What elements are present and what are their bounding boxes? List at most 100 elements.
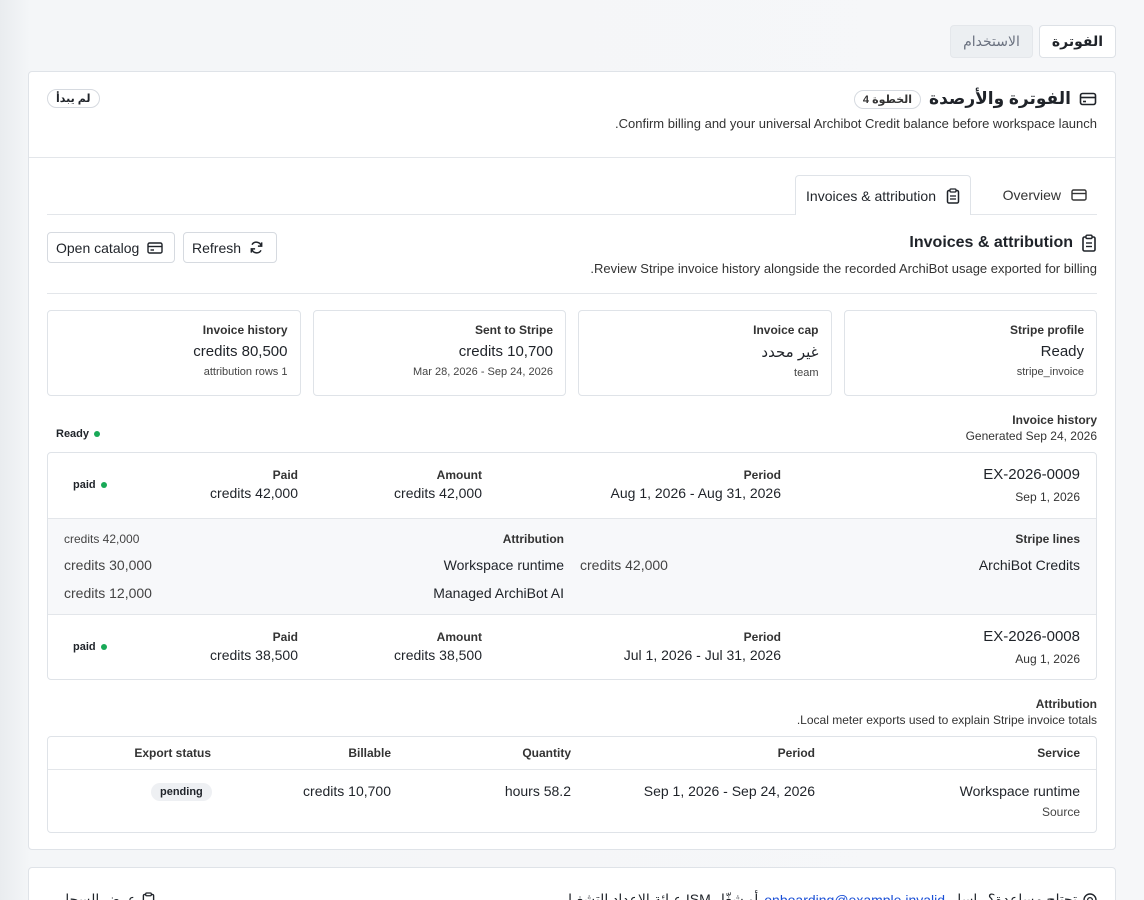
stat-label: Invoice cap bbox=[753, 323, 819, 337]
clipboard-icon bbox=[1081, 234, 1097, 252]
col-service: Service bbox=[1037, 746, 1080, 760]
help-prefix: تحتاج مساعدة؟ راسل bbox=[951, 891, 1077, 900]
stripe-line-amount: credits 42,000 bbox=[580, 557, 668, 573]
tab-billing[interactable]: الفوترة bbox=[1038, 25, 1116, 58]
stat-value: غير محدد bbox=[761, 344, 819, 361]
stat-invoice-history: Invoice history credits 80,500 1 attribu… bbox=[47, 310, 301, 396]
period-label: Period bbox=[743, 468, 781, 482]
stat-sub: Mar 28, 2026 - Sep 24, 2026 bbox=[412, 366, 553, 378]
period-label: Period bbox=[743, 630, 781, 644]
stat-sub: team bbox=[794, 367, 819, 379]
invoice-status: paid bbox=[73, 479, 107, 491]
col-billable: Billable bbox=[348, 746, 391, 760]
tab-overview[interactable]: Overview bbox=[993, 175, 1097, 215]
attribution-line-amount: credits 12,000 bbox=[64, 585, 152, 601]
status-dot bbox=[100, 644, 107, 650]
refresh-icon bbox=[249, 240, 264, 255]
card-header: الفوترة والأرصدة الخطوة 4 Confirm billin… bbox=[29, 72, 1115, 158]
header-title-row: الفوترة والأرصدة الخطوة 4 bbox=[853, 89, 1097, 109]
refresh-label: Refresh bbox=[192, 239, 242, 256]
invoice-history-title: Invoice history bbox=[1012, 413, 1097, 427]
invoice-lines-detail: Stripe lines ArchiBot Credits credits 42… bbox=[48, 518, 1096, 615]
amount-label: Amount bbox=[436, 468, 482, 482]
status-text: Ready bbox=[56, 428, 90, 440]
invoice-status: paid bbox=[73, 641, 107, 653]
attribution-total: credits 42,000 bbox=[64, 532, 140, 546]
help-card: تحتاج مساعدة؟ راسل onboarding@example.in… bbox=[28, 867, 1116, 900]
status-badge: لم يبدأ bbox=[47, 89, 100, 108]
stat-label: Invoice history bbox=[202, 323, 288, 337]
tab-usage[interactable]: الاستخدام bbox=[950, 25, 1033, 58]
cell-billable: credits 10,700 bbox=[303, 783, 391, 799]
stripe-lines-title: Stripe lines bbox=[1015, 532, 1080, 546]
stat-stripe-profile: Stripe profile Ready stripe_invoice bbox=[843, 310, 1097, 396]
invoice-paid: credits 38,500 bbox=[210, 647, 298, 663]
card-icon bbox=[1071, 188, 1087, 202]
status-dot bbox=[94, 431, 101, 437]
divider bbox=[47, 293, 1097, 294]
invoice-id: EX-2026-0008 bbox=[983, 628, 1080, 645]
invoice-history-status: Ready bbox=[56, 428, 101, 440]
section-title-row: Invoices & attribution bbox=[909, 234, 1097, 252]
status-dot bbox=[100, 482, 107, 488]
tab-invoices-label: Invoices & attribution bbox=[806, 187, 936, 204]
section-title: Invoices & attribution bbox=[909, 234, 1073, 251]
paid-label: Paid bbox=[272, 468, 298, 482]
stat-sent-to-stripe: Sent to Stripe credits 10,700 Mar 28, 20… bbox=[312, 310, 566, 396]
col-quantity: Quantity bbox=[522, 746, 571, 760]
section-subtitle: Review Stripe invoice history alongside … bbox=[590, 261, 1097, 276]
help-suffix: أو شغّل ISM عبائة الإعداد التشغيلي bbox=[556, 891, 759, 900]
stat-value: Ready bbox=[1040, 343, 1084, 360]
invoice-list: EX-2026-0009 Sep 1, 2026 Period Aug 1, 2… bbox=[47, 452, 1097, 680]
attribution-line-name: Workspace runtime bbox=[443, 557, 564, 573]
cell-quantity: hours 58.2 bbox=[504, 783, 571, 799]
tab-overview-label: Overview bbox=[1002, 187, 1061, 203]
stat-value: credits 80,500 bbox=[193, 343, 288, 360]
stat-label: Stripe profile bbox=[1009, 323, 1084, 337]
support-email-link[interactable]: onboarding@example.invalid bbox=[764, 892, 945, 900]
invoice-status-text: paid bbox=[73, 641, 96, 653]
refresh-button[interactable]: Refresh bbox=[183, 232, 277, 263]
invoice-row[interactable]: EX-2026-0008 Aug 1, 2026 Period Jul 1, 2… bbox=[48, 615, 1096, 679]
invoice-date: Aug 1, 2026 bbox=[1015, 652, 1080, 666]
cell-period: Sep 1, 2026 - Sep 24, 2026 bbox=[643, 783, 815, 799]
help-text: تحتاج مساعدة؟ راسل onboarding@example.in… bbox=[556, 891, 1097, 900]
invoice-history-generated: Generated Sep 24, 2026 bbox=[965, 429, 1097, 443]
inner-tabs: Invoices & attribution Overview bbox=[47, 175, 1097, 215]
col-period: Period bbox=[777, 746, 815, 760]
amount-label: Amount bbox=[436, 630, 482, 644]
export-status-badge: pending bbox=[151, 783, 212, 801]
invoice-id: EX-2026-0009 bbox=[983, 466, 1080, 483]
stat-sub: stripe_invoice bbox=[1016, 366, 1084, 378]
stat-cards: Stripe profile Ready stripe_invoice Invo… bbox=[47, 310, 1097, 396]
attribution-section-subtitle: Local meter exports used to explain Stri… bbox=[796, 713, 1097, 727]
stat-sub: 1 attribution rows bbox=[203, 366, 288, 378]
stat-label: Sent to Stripe bbox=[474, 323, 553, 337]
invoice-period: Aug 1, 2026 - Aug 31, 2026 bbox=[610, 485, 781, 501]
toggle-log-button[interactable]: عرض السجل bbox=[59, 891, 155, 900]
cell-service: Workspace runtime bbox=[959, 783, 1080, 799]
tab-invoices-attribution[interactable]: Invoices & attribution bbox=[795, 175, 971, 215]
open-catalog-button[interactable]: Open catalog bbox=[47, 232, 175, 263]
cell-source: Source bbox=[1041, 805, 1080, 819]
page-title: الفوترة والأرصدة bbox=[929, 89, 1071, 108]
invoice-amount: credits 42,000 bbox=[394, 485, 482, 501]
stat-value: credits 10,700 bbox=[458, 343, 553, 360]
toggle-log-label: عرض السجل bbox=[59, 891, 137, 900]
card-icon bbox=[147, 241, 163, 255]
attribution-line-amount: credits 30,000 bbox=[64, 557, 152, 573]
stripe-line-name: ArchiBot Credits bbox=[978, 557, 1080, 573]
billing-card: الفوترة والأرصدة الخطوة 4 Confirm billin… bbox=[28, 71, 1116, 850]
help-icon bbox=[1083, 892, 1097, 900]
attribution-section-title: Attribution bbox=[1035, 697, 1097, 711]
invoice-paid: credits 42,000 bbox=[210, 485, 298, 501]
invoice-row[interactable]: EX-2026-0009 Sep 1, 2026 Period Aug 1, 2… bbox=[48, 453, 1096, 518]
credit-card-icon bbox=[1079, 90, 1097, 108]
invoice-amount: credits 38,500 bbox=[394, 647, 482, 663]
invoice-status-text: paid bbox=[73, 479, 96, 491]
attribution-table: Service Period Quantity Billable Export … bbox=[47, 736, 1097, 833]
invoice-period: Jul 1, 2026 - Jul 31, 2026 bbox=[623, 647, 781, 663]
table-header: Service Period Quantity Billable Export … bbox=[48, 737, 1096, 770]
attribution-line-name: Managed ArchiBot AI bbox=[433, 585, 564, 601]
stat-invoice-cap: Invoice cap غير محدد team bbox=[578, 310, 832, 396]
